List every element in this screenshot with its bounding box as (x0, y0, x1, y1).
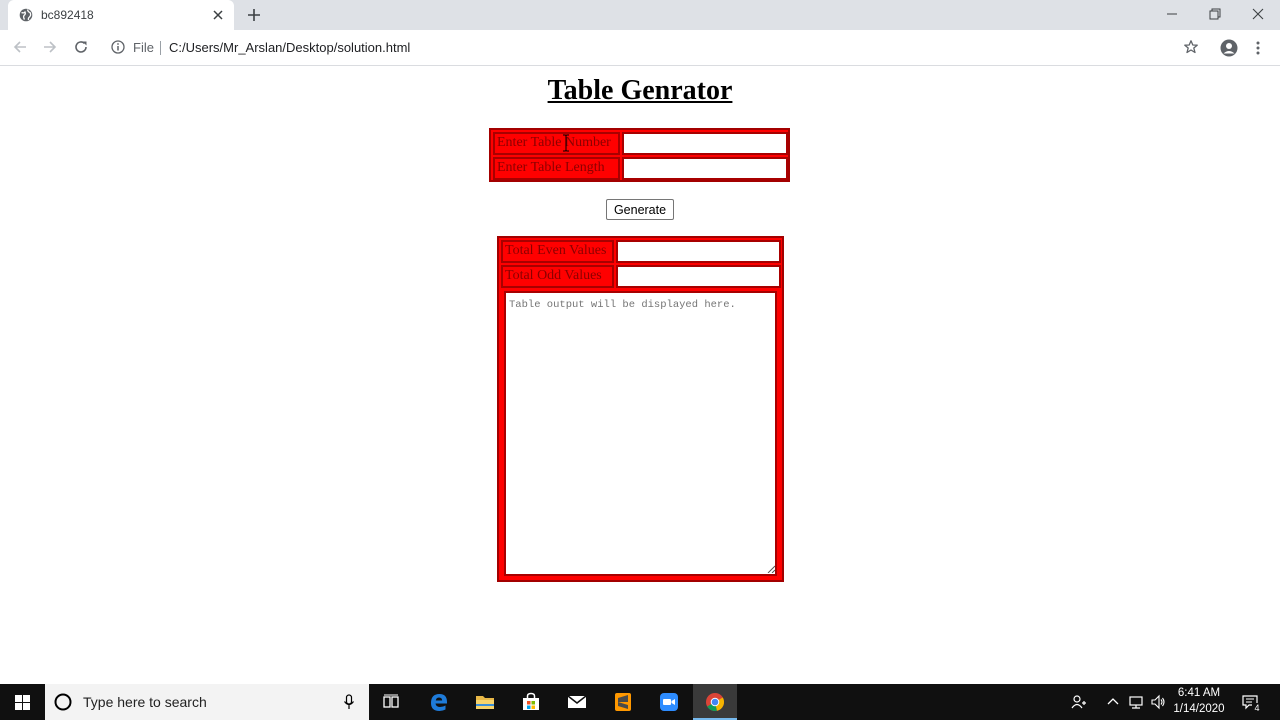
table-number-input[interactable] (622, 132, 788, 155)
odd-values-label: Total Odd Values (501, 265, 614, 288)
back-arrow-icon[interactable] (12, 39, 28, 55)
taskbar-app-zoom[interactable] (647, 684, 691, 720)
window-close-icon[interactable] (1250, 6, 1266, 22)
tab-title: bc892418 (41, 8, 94, 22)
taskbar-app-chrome[interactable] (693, 684, 737, 720)
browser-tab-strip: bc892418 (0, 0, 1280, 30)
clock-date[interactable]: 1/14/2020 (1169, 703, 1229, 715)
minimize-icon[interactable] (1164, 6, 1180, 22)
close-icon[interactable] (212, 9, 224, 21)
microphone-icon[interactable] (343, 694, 355, 710)
taskbar-app-file-explorer[interactable] (463, 684, 507, 720)
url-text[interactable]: C:/Users/Mr_Arslan/Desktop/solution.html (169, 40, 410, 55)
taskbar-app-sublime-text[interactable] (601, 684, 645, 720)
bookmark-star-icon[interactable] (1183, 39, 1199, 55)
info-icon[interactable] (111, 40, 125, 54)
even-values-label: Total Even Values (501, 240, 614, 263)
resize-grip-icon[interactable] (767, 565, 775, 573)
windows-logo-icon (15, 695, 30, 710)
table-input-form: Enter Table Number Enter Table Length (489, 128, 790, 182)
address-bar[interactable]: File C:/Users/Mr_Arslan/Desktop/solution… (104, 33, 1214, 61)
table-length-input[interactable] (622, 157, 788, 180)
notification-count-badge: 4 (1252, 703, 1262, 714)
reload-icon[interactable] (73, 39, 89, 55)
mail-icon (567, 695, 587, 708)
volume-icon[interactable] (1150, 694, 1166, 710)
browser-tab[interactable]: bc892418 (8, 0, 234, 30)
browser-toolbar: File C:/Users/Mr_Arslan/Desktop/solution… (0, 30, 1280, 66)
taskbar-app-edge[interactable] (417, 684, 461, 720)
globe-icon (19, 8, 33, 22)
table-output-area[interactable] (504, 291, 777, 576)
edge-icon (431, 694, 447, 711)
kebab-menu-icon[interactable] (1253, 40, 1263, 56)
taskbar-search-box[interactable]: Type here to search (45, 684, 369, 720)
search-placeholder: Type here to search (83, 694, 207, 710)
results-panel: Total Even Values Total Odd Values (497, 236, 784, 582)
task-view-button[interactable] (369, 684, 413, 720)
folder-icon (476, 696, 494, 709)
sublime-text-icon (615, 693, 631, 711)
page-title: Table Genrator (547, 75, 733, 106)
scheme-label: File (133, 40, 154, 55)
taskbar-app-mail[interactable] (555, 684, 599, 720)
store-bag-icon (523, 692, 539, 710)
new-tab-icon[interactable] (247, 8, 261, 22)
profile-avatar-icon[interactable] (1220, 39, 1238, 57)
generate-button[interactable]: Generate (606, 199, 674, 220)
taskbar-app-store[interactable] (509, 684, 553, 720)
cortana-icon (54, 693, 72, 711)
odd-values-output[interactable] (616, 265, 781, 288)
start-button[interactable] (0, 684, 45, 720)
chrome-icon (706, 693, 725, 712)
people-icon[interactable] (1071, 694, 1087, 710)
taskbar: Type here to search 6:41 AM 1/14/2020 4 (0, 684, 1280, 720)
text-cursor-icon (563, 134, 569, 152)
address-separator (160, 41, 161, 55)
restore-icon[interactable] (1207, 6, 1223, 22)
task-view-icon (383, 694, 399, 708)
zoom-icon (660, 693, 678, 711)
network-icon[interactable] (1128, 694, 1144, 710)
forward-arrow-icon[interactable] (42, 39, 58, 55)
clock-time[interactable]: 6:41 AM (1169, 687, 1229, 699)
chevron-up-icon[interactable] (1105, 694, 1121, 710)
table-number-label: Enter Table Number (493, 132, 620, 155)
table-length-label: Enter Table Length (493, 157, 620, 180)
even-values-output[interactable] (616, 240, 781, 263)
